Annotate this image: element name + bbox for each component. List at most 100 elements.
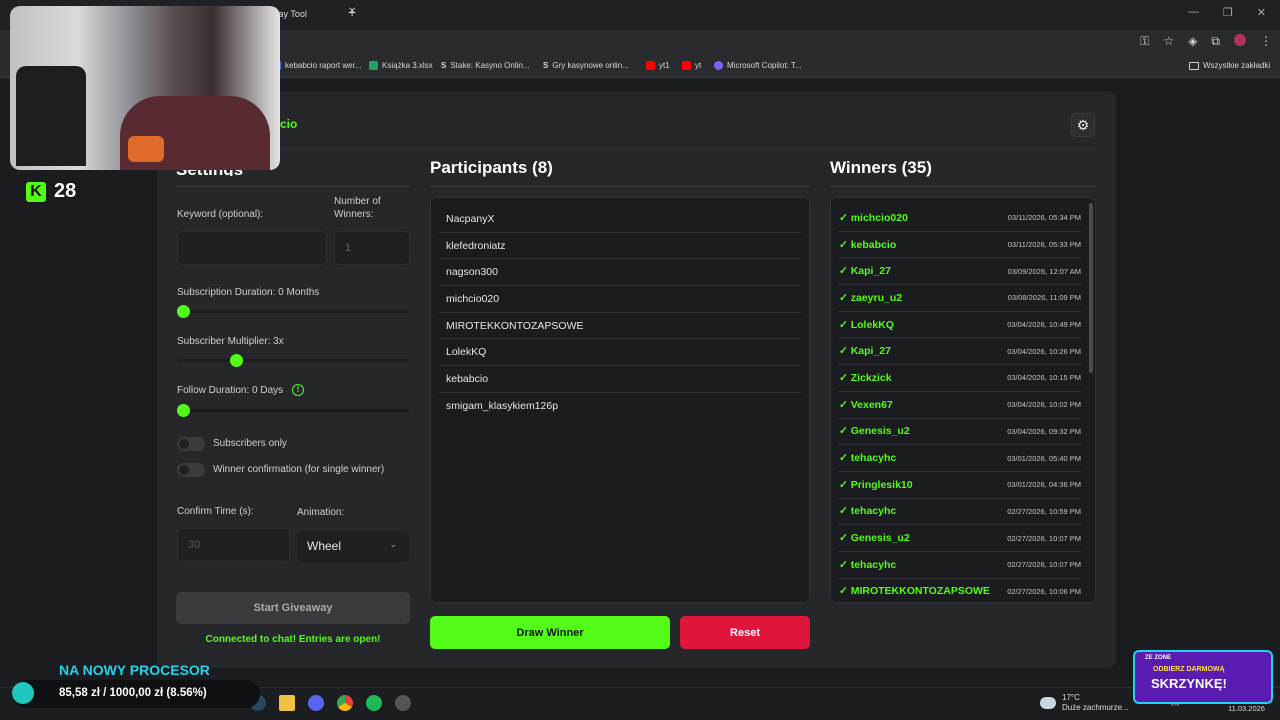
participant-row: MIROTEKKONTOZAPSOWE	[439, 313, 801, 340]
minimize-icon[interactable]: —	[1188, 6, 1199, 19]
winners-scrollbar[interactable]	[1089, 203, 1093, 373]
discord-icon[interactable]	[308, 695, 324, 711]
weather-desc: Duże zachmurze...	[1062, 703, 1129, 712]
winners-count-input[interactable]: 1	[334, 231, 410, 265]
settings-divider	[176, 186, 410, 187]
badge-subtitle: ODBIERZ DARMOWĄ	[1153, 666, 1225, 673]
bookmark-item[interactable]: yt1	[646, 61, 670, 70]
window-controls: — ❐ ✕	[1188, 6, 1266, 19]
participant-row: NacpanyX	[439, 206, 801, 233]
bookmark-item[interactable]: S Gry kasynowe onlin...	[543, 61, 629, 70]
menu-icon[interactable]: ⋮	[1260, 34, 1272, 49]
participant-row: michcio020	[439, 286, 801, 313]
badge-title: SKRZYNKĘ!	[1151, 676, 1227, 691]
follow-duration-slider-handle[interactable]	[177, 404, 190, 417]
profile-avatar[interactable]	[1234, 34, 1246, 46]
close-window-icon[interactable]: ✕	[1257, 6, 1266, 19]
webcam-overlay	[10, 6, 280, 170]
winner-row: ✓ Kapi_27 03/09/2026, 12:07 AM	[838, 258, 1081, 286]
winner-row: ✓ Zickzick 03/04/2026, 10:15 PM	[838, 365, 1081, 392]
header-divider	[176, 148, 1096, 149]
info-icon[interactable]: !	[292, 384, 304, 396]
sub-duration-label: Subscription Duration: 0 Months	[177, 287, 320, 298]
winner-confirmation-toggle[interactable]	[177, 463, 205, 477]
new-tab-icon[interactable]: +	[348, 4, 356, 20]
winner-row: ✓ Pringlesik10 03/01/2026, 04:36 PM	[838, 472, 1081, 499]
folder-icon[interactable]	[279, 695, 295, 711]
participant-row: kebabcio	[439, 366, 801, 393]
winner-row: ✓ kebabcio 03/11/2026, 05:33 PM	[838, 232, 1081, 259]
sub-multiplier-label: Subscriber Multiplier: 3x	[177, 336, 284, 347]
animation-select[interactable]: Wheel ⌄	[297, 530, 409, 562]
animation-label: Animation:	[297, 507, 345, 518]
donation-icon	[12, 682, 34, 704]
winner-row: ✓ tehacyhc 03/01/2026, 05:40 PM	[838, 445, 1081, 472]
bookmark-item[interactable]: yt	[682, 61, 701, 70]
keyword-label: Keyword (optional):	[177, 209, 264, 220]
start-giveaway-button[interactable]: Start Giveaway	[176, 592, 410, 624]
participant-row: LolekKQ	[439, 339, 801, 367]
bookmark-item[interactable]: Microsoft Copilot: T...	[714, 61, 802, 70]
stake-icon: S	[441, 61, 447, 70]
key-icon[interactable]: ⚿	[1140, 34, 1149, 49]
folder-icon	[1189, 61, 1199, 70]
donation-progress-text: 85,58 zł / 1000,00 zł (8.56%)	[59, 687, 207, 699]
winner-row: ✓ Genesis_u2 03/04/2026, 09:32 PM	[838, 419, 1081, 446]
draw-winner-button[interactable]: Draw Winner	[430, 616, 670, 649]
bookmark-item[interactable]: kebabcio raport wer...	[272, 61, 361, 70]
all-bookmarks[interactable]: Wszystkie zakładki	[1189, 61, 1270, 70]
clock-date: 11.03.2026	[1228, 704, 1265, 713]
winners-list[interactable]: ✓ michcio020 03/11/2026, 05:34 PM ✓ kebab…	[830, 197, 1096, 603]
gear-icon[interactable]: ⚙	[1071, 113, 1095, 137]
badge-brand: ZE ZONE	[1145, 655, 1172, 661]
maximize-icon[interactable]: ❐	[1223, 6, 1233, 19]
winners-count-label: Number of Winners:	[334, 196, 381, 220]
puzzle-icon[interactable]: ⧉	[1211, 34, 1220, 49]
excel-icon	[369, 61, 378, 70]
winner-row: ✓ LolekKQ 03/04/2026, 10:49 PM	[838, 312, 1081, 339]
extension-icon[interactable]: ◈	[1188, 34, 1197, 49]
youtube-icon	[646, 61, 655, 70]
sub-duration-slider-handle[interactable]	[177, 305, 190, 318]
winner-row: ✓ Kapi_27 03/04/2026, 10:26 PM	[838, 338, 1081, 366]
subscribers-only-toggle[interactable]	[177, 437, 205, 451]
winners-divider	[830, 186, 1096, 187]
weather-widget[interactable]: 17°C Duże zachmurze...	[1040, 693, 1129, 713]
app-icon[interactable]	[395, 695, 411, 711]
bookmark-item[interactable]: S Stake: Kasyno Onlin...	[441, 61, 530, 70]
donation-goal-title: NA NOWY PROCESOR	[59, 662, 210, 678]
promo-badge: ZE ZONE ODBIERZ DARMOWĄ SKRZYNKĘ!	[1133, 650, 1273, 704]
stake-icon: S	[543, 61, 549, 70]
spotify-icon[interactable]	[366, 695, 382, 711]
sub-multiplier-slider[interactable]	[177, 359, 409, 362]
winners-title: Winners (35)	[830, 158, 932, 177]
winner-row: ✓ MIROTEKKONTOZAPSOWE 02/27/2026, 10:06 P…	[838, 579, 1081, 602]
star-icon[interactable]: ☆	[1163, 34, 1174, 49]
participants-divider	[430, 186, 810, 187]
youtube-icon	[682, 61, 691, 70]
participants-title: Participants (8)	[430, 158, 553, 177]
winner-confirmation-label: Winner confirmation (for single winner)	[213, 464, 385, 475]
sub-duration-slider[interactable]	[177, 310, 409, 313]
winner-row: ✓ Genesis_u2 02/27/2026, 10:07 PM	[838, 525, 1081, 552]
winner-row: ✓ zaeyru_u2 03/08/2026, 11:09 PM	[838, 285, 1081, 312]
winner-row: ✓ tehacyhc 02/27/2026, 10:07 PM	[838, 552, 1081, 579]
cloud-icon	[1040, 697, 1056, 709]
chat-status: Connected to chat! Entries are open!	[205, 634, 381, 645]
bookmark-item[interactable]: Książka 3.xlsx	[369, 61, 433, 70]
sub-multiplier-slider-handle[interactable]	[229, 354, 243, 367]
follow-duration-label: Follow Duration: 0 Days	[177, 385, 284, 396]
webcam-chair	[16, 66, 86, 166]
keyword-input[interactable]	[177, 231, 327, 265]
reset-button[interactable]: Reset	[680, 616, 810, 649]
viewer-count: 28	[54, 180, 77, 202]
winner-row: ✓ michcio020 03/11/2026, 05:34 PM	[838, 205, 1081, 232]
confirm-time-input[interactable]: 30	[177, 528, 290, 562]
follow-duration-slider[interactable]	[177, 409, 409, 412]
copilot-icon	[714, 61, 723, 70]
kick-viewers: K 28	[26, 180, 76, 203]
chrome-icon[interactable]	[337, 695, 353, 711]
participant-row: klefedroniatz	[439, 233, 801, 260]
weather-temp: 17°C	[1062, 693, 1080, 702]
toolbar-icons: ⚿ ☆ ◈ ⧉ ⋮	[1140, 34, 1272, 49]
